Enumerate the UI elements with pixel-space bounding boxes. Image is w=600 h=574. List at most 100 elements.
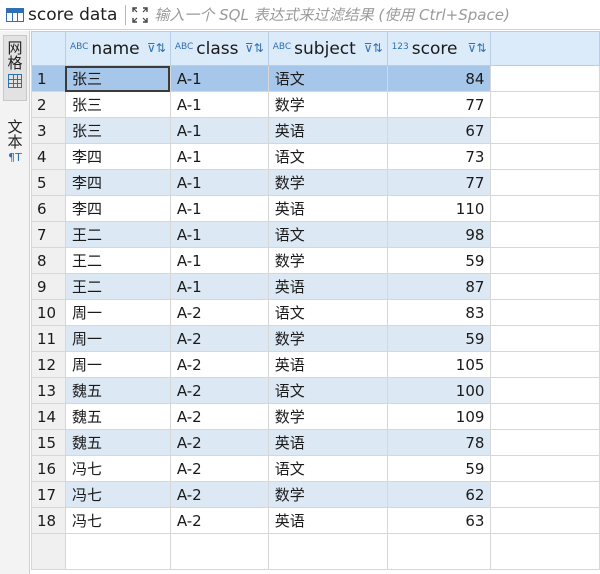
cell-class[interactable]: A-1: [169, 65, 269, 92]
cell-score[interactable]: 100: [386, 377, 492, 404]
row-number[interactable]: 1: [31, 65, 66, 92]
table-row[interactable]: 18 冯七 A-2 英语 63: [31, 507, 600, 534]
cell-name[interactable]: 王二: [64, 221, 171, 248]
cell-class[interactable]: A-2: [169, 299, 269, 326]
cell-score[interactable]: 77: [386, 91, 492, 118]
results-tab[interactable]: score data: [0, 0, 117, 30]
filter-sort-icon[interactable]: ⊽⇅: [364, 41, 383, 55]
cell-score[interactable]: 73: [386, 143, 492, 170]
cell-name[interactable]: 魏五: [64, 403, 171, 430]
table-row[interactable]: 3 张三 A-1 英语 67: [31, 117, 600, 144]
row-number[interactable]: 11: [31, 325, 66, 352]
table-row[interactable]: 15 魏五 A-2 英语 78: [31, 429, 600, 456]
row-number[interactable]: 3: [31, 117, 66, 144]
cell-class[interactable]: A-2: [169, 481, 269, 508]
table-row[interactable]: 8 王二 A-1 数学 59: [31, 247, 600, 274]
cell-class[interactable]: A-1: [169, 169, 269, 196]
cell-name[interactable]: 张三: [64, 65, 171, 92]
filter-sort-icon[interactable]: ⊽⇅: [468, 41, 487, 55]
cell-class[interactable]: A-2: [169, 429, 269, 456]
cell-class[interactable]: A-2: [169, 403, 269, 430]
row-number[interactable]: 10: [31, 299, 66, 326]
table-row[interactable]: 14 魏五 A-2 数学 109: [31, 403, 600, 430]
row-number[interactable]: 9: [31, 273, 66, 300]
cell-subject[interactable]: 语文: [267, 65, 388, 92]
cell-name[interactable]: 冯七: [64, 481, 171, 508]
filter-input[interactable]: [154, 5, 585, 24]
cell-name[interactable]: 李四: [64, 169, 171, 196]
cell-subject[interactable]: 数学: [267, 403, 388, 430]
cell-subject[interactable]: 数学: [267, 247, 388, 274]
expand-icon[interactable]: [130, 5, 150, 25]
cell-score[interactable]: 87: [386, 273, 492, 300]
cell-subject[interactable]: 语文: [267, 221, 388, 248]
grid-view-tab[interactable]: 网格: [3, 35, 27, 101]
cell-subject[interactable]: 数学: [267, 481, 388, 508]
column-header-score[interactable]: 123 score ⊽⇅: [386, 31, 492, 66]
cell-name[interactable]: 魏五: [64, 429, 171, 456]
cell-class[interactable]: A-1: [169, 273, 269, 300]
cell-score[interactable]: 59: [386, 455, 492, 482]
row-number[interactable]: 6: [31, 195, 66, 222]
table-row[interactable]: 2 张三 A-1 数学 77: [31, 91, 600, 118]
cell-class[interactable]: A-1: [169, 195, 269, 222]
cell-score[interactable]: 110: [386, 195, 492, 222]
cell-subject[interactable]: 英语: [267, 351, 388, 378]
table-row[interactable]: 13 魏五 A-2 语文 100: [31, 377, 600, 404]
cell-subject[interactable]: 英语: [267, 507, 388, 534]
cell-name[interactable]: 冯七: [64, 507, 171, 534]
row-number[interactable]: 13: [31, 377, 66, 404]
cell-score[interactable]: 83: [386, 299, 492, 326]
cell-class[interactable]: A-1: [169, 221, 269, 248]
table-row[interactable]: 11 周一 A-2 数学 59: [31, 325, 600, 352]
cell-score[interactable]: 109: [386, 403, 492, 430]
column-header-subject[interactable]: ABC subject ⊽⇅: [267, 31, 388, 66]
row-number[interactable]: 8: [31, 247, 66, 274]
cell-subject[interactable]: 语文: [267, 455, 388, 482]
cell-score[interactable]: 105: [386, 351, 492, 378]
table-row[interactable]: 1 张三 A-1 语文 84: [31, 65, 600, 92]
cell-subject[interactable]: 语文: [267, 143, 388, 170]
cell-score[interactable]: 78: [386, 429, 492, 456]
cell-class[interactable]: A-2: [169, 325, 269, 352]
cell-subject[interactable]: 语文: [267, 299, 388, 326]
cell-name[interactable]: 周一: [64, 325, 171, 352]
filter-sort-icon[interactable]: ⊽⇅: [147, 41, 166, 55]
table-row[interactable]: 6 李四 A-1 英语 110: [31, 195, 600, 222]
cell-name[interactable]: 李四: [64, 143, 171, 170]
table-row[interactable]: 9 王二 A-1 英语 87: [31, 273, 600, 300]
cell-score[interactable]: 63: [386, 507, 492, 534]
cell-score[interactable]: 98: [386, 221, 492, 248]
cell-name[interactable]: 周一: [64, 351, 171, 378]
row-number[interactable]: 4: [31, 143, 66, 170]
filter-sort-icon[interactable]: ⊽⇅: [245, 41, 264, 55]
table-row[interactable]: 7 王二 A-1 语文 98: [31, 221, 600, 248]
table-row[interactable]: 10 周一 A-2 语文 83: [31, 299, 600, 326]
cell-class[interactable]: A-2: [169, 507, 269, 534]
cell-score[interactable]: 59: [386, 325, 492, 352]
cell-subject[interactable]: 英语: [267, 117, 388, 144]
cell-class[interactable]: A-1: [169, 247, 269, 274]
corner-cell[interactable]: [31, 31, 66, 66]
cell-score[interactable]: 59: [386, 247, 492, 274]
table-row[interactable]: 16 冯七 A-2 语文 59: [31, 455, 600, 482]
cell-class[interactable]: A-2: [169, 377, 269, 404]
row-number[interactable]: 18: [31, 507, 66, 534]
cell-score[interactable]: 62: [386, 481, 492, 508]
table-row[interactable]: 4 李四 A-1 语文 73: [31, 143, 600, 170]
row-number[interactable]: 2: [31, 91, 66, 118]
text-view-tab[interactable]: 文本 ¶T: [3, 115, 27, 185]
row-number[interactable]: 5: [31, 169, 66, 196]
row-number[interactable]: 12: [31, 351, 66, 378]
cell-name[interactable]: 周一: [64, 299, 171, 326]
cell-subject[interactable]: 数学: [267, 169, 388, 196]
cell-name[interactable]: 冯七: [64, 455, 171, 482]
cell-class[interactable]: A-1: [169, 143, 269, 170]
cell-name[interactable]: 李四: [64, 195, 171, 222]
cell-name[interactable]: 王二: [64, 247, 171, 274]
row-number[interactable]: 15: [31, 429, 66, 456]
table-row[interactable]: 17 冯七 A-2 数学 62: [31, 481, 600, 508]
column-header-name[interactable]: ABC name ⊽⇅: [64, 31, 171, 66]
cell-name[interactable]: 魏五: [64, 377, 171, 404]
cell-score[interactable]: 77: [386, 169, 492, 196]
